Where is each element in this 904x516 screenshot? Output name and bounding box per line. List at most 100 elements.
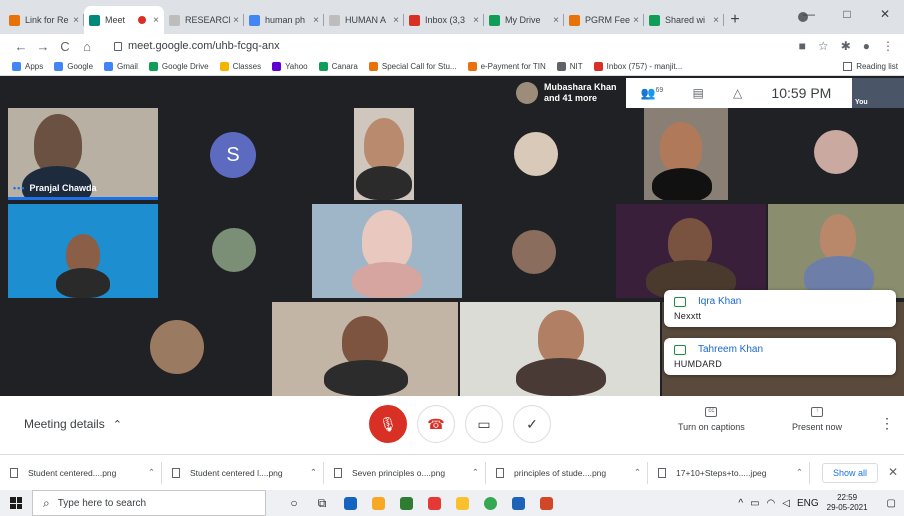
participant-tile[interactable]: S xyxy=(160,108,310,200)
captions-button[interactable]: cc Turn on captions xyxy=(678,407,745,432)
chat-button[interactable]: ▤ xyxy=(693,86,704,100)
download-item[interactable]: Student centered l....png ⌃ xyxy=(172,461,324,484)
browser-tab[interactable]: RESEARCH × xyxy=(164,6,244,34)
tab-close-icon[interactable]: × xyxy=(393,15,399,26)
participant-tile[interactable] xyxy=(8,204,158,298)
more-options-icon[interactable]: ⋮ xyxy=(880,415,894,432)
close-icon[interactable]: ✕ xyxy=(888,465,898,479)
participant-tile[interactable] xyxy=(272,302,458,396)
maximize-button[interactable]: □ xyxy=(828,7,866,21)
bookmark-item[interactable]: Google Drive xyxy=(148,62,209,71)
tab-close-icon[interactable]: × xyxy=(153,15,159,26)
presenter-chip[interactable]: Mubashara Khan and 41 more xyxy=(512,78,626,108)
participant-tile[interactable] xyxy=(460,302,660,396)
browser-tab[interactable]: PGRM Fee × xyxy=(564,6,644,34)
chevron-up-icon[interactable]: ⌃ xyxy=(634,467,641,478)
participant-tile[interactable] xyxy=(768,204,904,298)
participant-tile[interactable] xyxy=(464,204,614,298)
chevron-up-icon[interactable]: ⌃ xyxy=(472,467,479,478)
participant-tile[interactable] xyxy=(616,204,766,298)
start-button[interactable] xyxy=(0,490,32,516)
new-tab-button[interactable]: + xyxy=(724,6,746,34)
language-indicator[interactable]: ENG xyxy=(797,498,819,509)
leave-call-button[interactable]: ☎ xyxy=(417,405,455,443)
bookmark-item[interactable]: e-Payment for TIN xyxy=(467,62,546,71)
bookmark-item[interactable]: NIT xyxy=(556,62,583,71)
chevron-up-icon[interactable]: ^ xyxy=(738,498,743,509)
bookmark-item[interactable]: Inbox (757) - manjit... xyxy=(593,62,682,71)
back-button[interactable]: ← xyxy=(10,39,32,54)
word-icon[interactable] xyxy=(504,496,532,511)
bookmark-item[interactable]: Google xyxy=(54,62,93,71)
profile-icon[interactable]: ● xyxy=(863,39,870,53)
participant-tile[interactable] xyxy=(464,108,614,200)
mic-toggle-button[interactable]: 🎙 xyxy=(369,405,407,443)
volume-icon[interactable]: ◁ xyxy=(782,498,790,509)
browser-tab[interactable]: Meet × xyxy=(84,6,164,34)
participant-tile[interactable] xyxy=(160,204,310,298)
chevron-up-icon[interactable]: ⌃ xyxy=(796,467,803,478)
cortana-icon[interactable]: ○ xyxy=(280,496,308,510)
download-item[interactable]: Seven principles o....png ⌃ xyxy=(334,461,486,484)
browser-tab[interactable]: Link for Re × xyxy=(4,6,84,34)
star-icon[interactable]: ☆ xyxy=(818,39,829,53)
tab-close-icon[interactable]: × xyxy=(233,15,239,26)
meeting-details-button[interactable]: Meeting details ⌃ xyxy=(24,417,122,431)
bookmark-item[interactable]: Special Call for Stu... xyxy=(368,62,457,71)
browser-tab[interactable]: human ph × xyxy=(244,6,324,34)
close-window-button[interactable]: ✕ xyxy=(866,7,904,21)
participant-tile[interactable] xyxy=(616,108,766,200)
chat-notification[interactable]: Iqra Khan Nexxtt xyxy=(664,290,896,327)
download-item[interactable]: 17+10+Steps+to.....jpeg ⌃ xyxy=(658,461,810,484)
activities-button[interactable]: △ xyxy=(733,86,742,100)
chrome-icon[interactable] xyxy=(476,496,504,511)
tab-close-icon[interactable]: × xyxy=(473,15,479,26)
browser-tab[interactable]: Inbox (3,3 × xyxy=(404,6,484,34)
home-button[interactable]: ⌂ xyxy=(76,39,98,54)
taskbar-clock[interactable]: 22:59 29-05-2021 xyxy=(827,493,868,513)
tab-close-icon[interactable]: × xyxy=(313,15,319,26)
powerpoint-icon[interactable] xyxy=(532,496,560,511)
download-item[interactable]: Student centered....png ⌃ xyxy=(10,461,162,484)
participant-tile[interactable]: ••• Pranjal Chawda xyxy=(8,108,158,200)
chevron-up-icon[interactable]: ⌃ xyxy=(310,467,317,478)
chat-notification[interactable]: Tahreem Khan HUMDARD xyxy=(664,338,896,375)
bookmark-item[interactable]: Classes xyxy=(219,62,261,71)
present-button[interactable]: ↑ Present now xyxy=(792,407,842,432)
app-icon[interactable] xyxy=(420,496,448,511)
bookmark-item[interactable]: Yahoo xyxy=(272,62,308,71)
tab-close-icon[interactable]: × xyxy=(73,15,79,26)
bookmark-item[interactable]: Apps xyxy=(12,62,43,71)
tab-close-icon[interactable]: × xyxy=(633,15,639,26)
browser-tab[interactable]: My Drive × xyxy=(484,6,564,34)
wifi-icon[interactable]: ◠ xyxy=(767,498,776,509)
bookmark-item[interactable]: Canara xyxy=(318,62,358,71)
confirm-button[interactable]: ✓ xyxy=(513,405,551,443)
participant-tile[interactable] xyxy=(768,108,904,200)
minimize-button[interactable]: — xyxy=(790,7,828,21)
tab-close-icon[interactable]: × xyxy=(553,15,559,26)
extensions-icon[interactable]: ✱ xyxy=(841,39,851,53)
participant-tile[interactable] xyxy=(312,108,462,200)
tab-close-icon[interactable]: × xyxy=(713,15,719,26)
download-item[interactable]: principles of stude....png ⌃ xyxy=(496,461,648,484)
chevron-up-icon[interactable]: ⌃ xyxy=(148,467,155,478)
menu-icon[interactable]: ⋮ xyxy=(882,39,894,53)
battery-icon[interactable]: ▭ xyxy=(750,498,759,509)
people-button[interactable]: 👥69 xyxy=(641,86,664,100)
app-icon[interactable] xyxy=(448,496,476,511)
participant-tile[interactable] xyxy=(84,302,270,396)
camera-icon[interactable]: ■ xyxy=(799,39,806,53)
app-icon[interactable] xyxy=(336,496,364,511)
reading-list-button[interactable]: Reading list xyxy=(843,62,898,71)
camera-toggle-button[interactable]: ▭ xyxy=(465,405,503,443)
participant-tile[interactable] xyxy=(312,204,462,298)
self-view[interactable]: You xyxy=(852,78,904,108)
task-view-icon[interactable]: ⧉ xyxy=(308,496,336,511)
bookmark-item[interactable]: Gmail xyxy=(104,62,138,71)
browser-tab[interactable]: HUMAN A × xyxy=(324,6,404,34)
taskbar-search[interactable]: ⌕ Type here to search xyxy=(32,490,266,516)
url-field[interactable]: meet.google.com/uhb-fcgq-anx xyxy=(106,36,876,56)
show-all-button[interactable]: Show all xyxy=(821,463,878,483)
app-icon[interactable] xyxy=(392,496,420,511)
